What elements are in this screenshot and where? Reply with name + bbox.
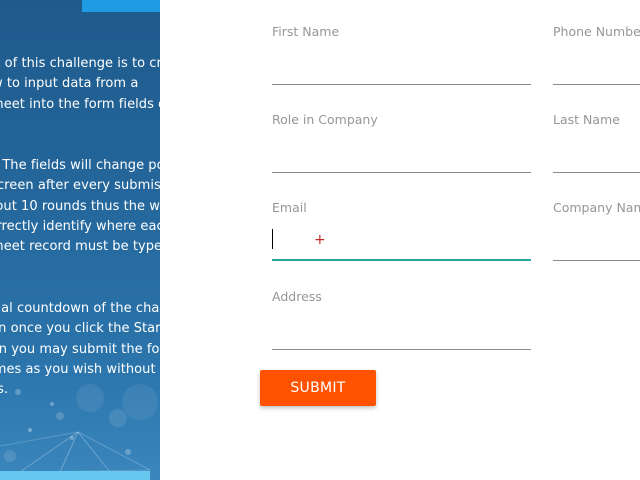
instructions-paragraph-3: The actual countdown of the challenge wi… (0, 301, 160, 398)
sidebar-top-tab (82, 0, 160, 12)
last-name-label: Last Name (553, 112, 620, 127)
last-name-input[interactable] (553, 138, 640, 173)
start-button-edge[interactable] (0, 471, 150, 480)
phone-number-input[interactable] (553, 50, 640, 85)
role-in-company-label: Role in Company (272, 112, 378, 127)
phone-number-field: Phone Number (553, 5, 640, 85)
app-root: The goal of this challenge is to create … (0, 0, 640, 480)
email-label: Email (272, 200, 307, 215)
address-label: Address (272, 289, 322, 304)
crosshair-cursor-icon: + (314, 232, 326, 248)
last-name-field: Last Name (553, 93, 640, 173)
first-name-label: First Name (272, 24, 340, 39)
role-in-company-field: Role in Company (272, 93, 531, 173)
submit-button[interactable]: SUBMIT (260, 370, 376, 406)
address-field: Address (272, 270, 531, 350)
company-name-field: Company Name (553, 181, 640, 261)
address-input[interactable] (272, 315, 531, 350)
first-name-field: First Name (272, 5, 531, 85)
text-caret (272, 229, 273, 249)
email-input[interactable] (272, 225, 531, 261)
instructions-panel: The goal of this challenge is to create … (0, 0, 160, 480)
company-name-label: Company Name (553, 200, 640, 215)
instructions-paragraph-2: Beware! The fields will change position … (0, 158, 160, 255)
first-name-input[interactable] (272, 50, 531, 85)
company-name-input[interactable] (553, 226, 640, 261)
email-field: Email (272, 181, 531, 261)
phone-number-label: Phone Number (553, 24, 640, 39)
instructions-paragraph-1: The goal of this challenge is to create … (0, 56, 160, 112)
role-in-company-input[interactable] (272, 138, 531, 173)
